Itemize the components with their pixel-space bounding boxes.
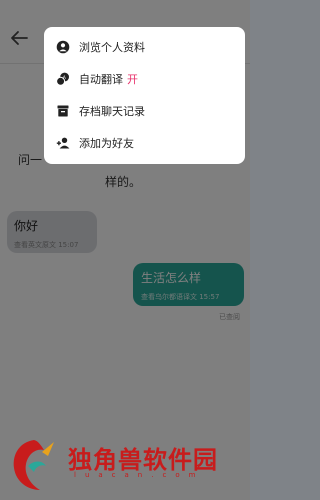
options-menu: 浏览个人资料 A 自动翻译 开 存档聊天记录 添加为好友: [44, 27, 245, 164]
auto-translate-status-badge: 开: [127, 73, 138, 86]
menu-item-auto-translate[interactable]: A 自动翻译 开: [44, 63, 245, 95]
watermark-brand: 独角兽软件园: [68, 445, 218, 474]
menu-item-view-profile[interactable]: 浏览个人资料: [44, 31, 245, 63]
add-friend-icon: [56, 136, 70, 150]
profile-icon: [56, 40, 70, 54]
menu-item-label: 存档聊天记录: [79, 105, 145, 118]
menu-item-archive-chat[interactable]: 存档聊天记录: [44, 95, 245, 127]
watermark-url: luacan.com: [74, 471, 205, 479]
menu-item-add-friend[interactable]: 添加为好友: [44, 127, 245, 159]
archive-icon: [56, 104, 70, 118]
menu-item-label: 浏览个人资料: [79, 41, 145, 54]
unicorn-logo-icon: [13, 440, 54, 490]
menu-item-label: 自动翻译: [79, 73, 123, 86]
translate-icon: A: [56, 72, 70, 86]
menu-item-label: 添加为好友: [79, 137, 134, 150]
